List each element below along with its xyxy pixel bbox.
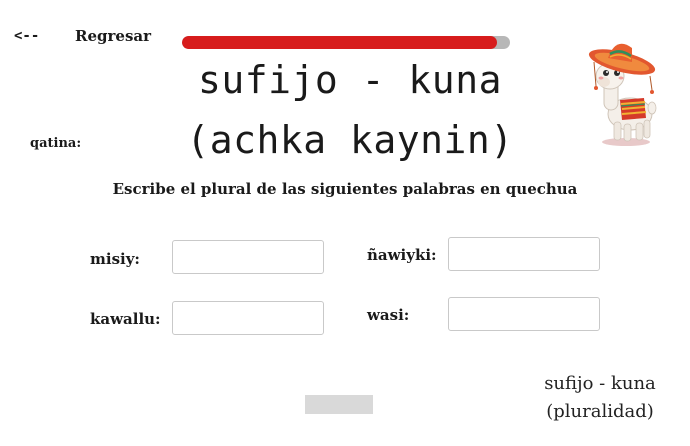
kawallu-label: kawallu: [90,310,161,328]
page-subtitle: (achka kaynin) [186,118,514,162]
back-arrow-icon[interactable]: <-- [14,28,39,44]
progress-bar-fill [182,36,497,49]
page-title: sufijo - kuna [198,58,502,102]
footer-caption-line2: (pluralidad) [546,401,654,422]
instructions-text: Escribe el plural de las siguientes pala… [112,180,578,198]
nawiyki-label: ñawiyki: [367,246,437,264]
misiy-label: misiy: [90,250,140,268]
footer-caption: sufijo - kuna (pluralidad) [520,370,680,426]
kawallu-input[interactable] [172,301,324,335]
wasi-input[interactable] [448,297,600,331]
back-link[interactable]: Regresar [75,27,151,45]
progress-bar [182,36,510,49]
score-label: qatina: [30,136,82,151]
llama-sombrero-icon [588,43,657,146]
submit-button[interactable] [305,395,373,414]
nawiyki-input[interactable] [448,237,600,271]
footer-caption-line1: sufijo - kuna [544,373,656,394]
misiy-input[interactable] [172,240,324,274]
wasi-label: wasi: [367,306,410,324]
